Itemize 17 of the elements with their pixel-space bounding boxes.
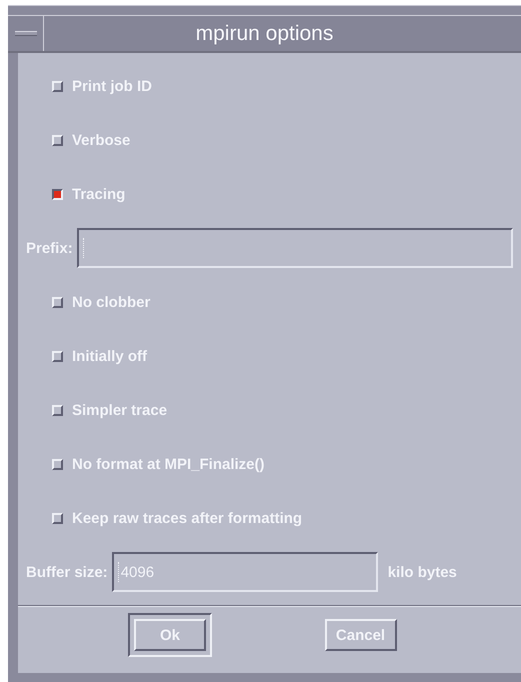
checkbox-label: Verbose bbox=[72, 132, 130, 148]
checkbox[interactable] bbox=[52, 188, 63, 200]
checkbox-label: No clobber bbox=[72, 294, 150, 310]
ok-button[interactable]: Ok bbox=[134, 619, 206, 651]
input-field[interactable] bbox=[76, 228, 513, 268]
checkbox-label: Keep raw traces after formatting bbox=[72, 510, 302, 526]
unit-label: kilo bytes bbox=[388, 564, 457, 580]
field-label: Prefix: bbox=[26, 240, 73, 256]
checkbox-label: Initially off bbox=[72, 348, 147, 364]
input-field[interactable]: 4096 bbox=[112, 552, 378, 592]
window-title: mpirun options bbox=[194, 22, 334, 46]
field-label: Buffer size: bbox=[26, 564, 108, 580]
checkbox-label: Simpler trace bbox=[72, 402, 168, 418]
checkbox-label: No format at MPI_Finalize() bbox=[72, 456, 265, 472]
cancel-button[interactable]: Cancel bbox=[324, 619, 396, 651]
checkbox-label: Tracing bbox=[72, 186, 126, 202]
checkbox-label: Print job ID bbox=[72, 78, 152, 94]
